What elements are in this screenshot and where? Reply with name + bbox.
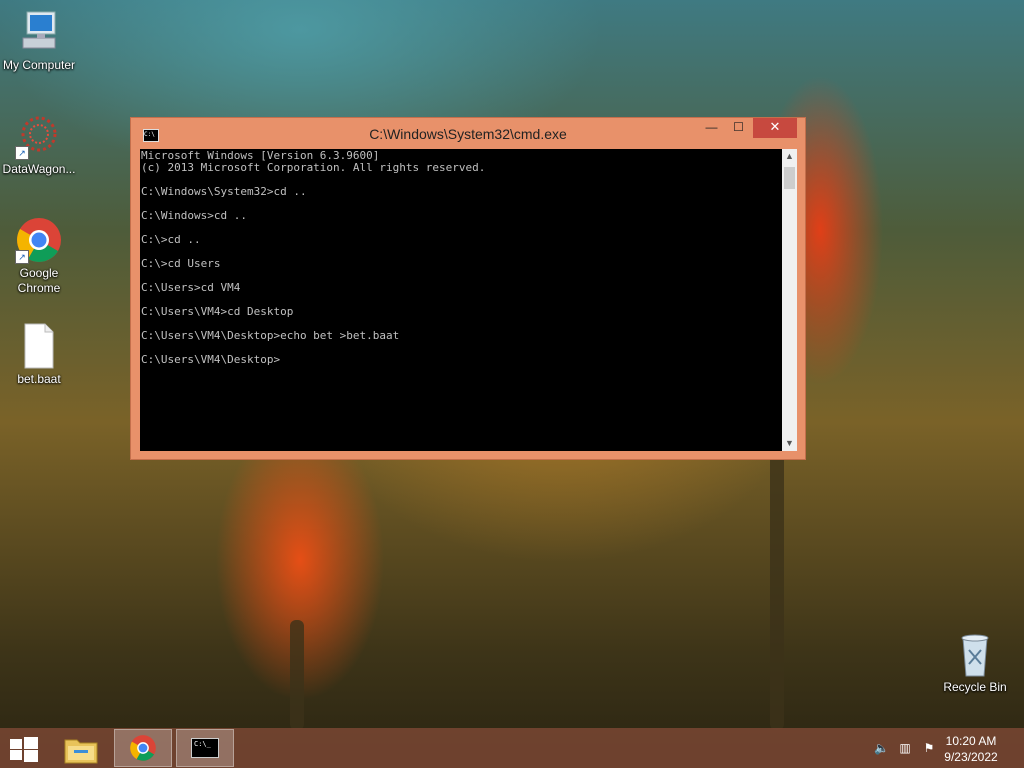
- desktop-icon-label: DataWagon...: [2, 162, 76, 176]
- console-output: Microsoft Windows [Version 6.3.9600] (c)…: [141, 149, 486, 366]
- close-button[interactable]: ✕: [753, 118, 797, 138]
- desktop-icon-datawagon[interactable]: ↗ DataWagon...: [0, 112, 78, 177]
- scroll-thumb[interactable]: [784, 167, 795, 189]
- desktop-icon-recycle-bin[interactable]: Recycle Bin: [936, 630, 1014, 695]
- desktop-icon-label: Google Chrome: [17, 266, 61, 295]
- vertical-scrollbar[interactable]: ▲ ▼: [782, 149, 797, 451]
- file-icon: [15, 322, 63, 370]
- taskbar: C:\_ 🔈 ▥ ⚑ 10:20 AM 9/23/2022: [0, 728, 1024, 768]
- clock[interactable]: 10:20 AM 9/23/2022: [936, 733, 1006, 765]
- title-bar[interactable]: C:\ C:\Windows\System32\cmd.exe — ☐ ✕: [131, 118, 805, 150]
- datawagon-icon: ↗: [15, 112, 63, 160]
- recycle-bin-icon: [951, 630, 999, 678]
- chrome-icon: [130, 735, 156, 761]
- console-area[interactable]: Microsoft Windows [Version 6.3.9600] (c)…: [140, 149, 782, 451]
- folder-icon: [64, 739, 98, 764]
- windows-logo-icon: [10, 739, 22, 749]
- desktop-icon-my-computer[interactable]: My Computer: [0, 8, 78, 73]
- desktop-icon-bet-baat[interactable]: bet.baat: [0, 322, 78, 387]
- desktop-icon-label: bet.baat: [17, 372, 61, 386]
- taskbar-file-explorer[interactable]: [52, 729, 110, 767]
- chrome-icon: ↗: [15, 216, 63, 264]
- desktop-icon-label: My Computer: [2, 58, 76, 72]
- action-center-icon[interactable]: ⚑: [922, 741, 936, 755]
- computer-icon: [15, 8, 63, 56]
- wallpaper-stem-right: [770, 440, 784, 730]
- shortcut-arrow-icon: ↗: [15, 250, 29, 264]
- network-icon[interactable]: ▥: [898, 741, 912, 755]
- desktop-icon-google-chrome[interactable]: ↗ Google Chrome: [0, 216, 78, 296]
- start-button[interactable]: [10, 737, 38, 762]
- minimize-button[interactable]: —: [698, 118, 725, 138]
- cmd-window: C:\ C:\Windows\System32\cmd.exe — ☐ ✕ Mi…: [130, 117, 806, 460]
- scroll-down-arrow-icon[interactable]: ▼: [782, 436, 797, 451]
- maximize-button[interactable]: ☐: [725, 118, 752, 138]
- cmd-icon: C:\_: [191, 738, 219, 758]
- taskbar-command-prompt[interactable]: C:\_: [176, 729, 234, 767]
- taskbar-google-chrome[interactable]: [114, 729, 172, 767]
- desktop-icon-label: Recycle Bin: [943, 680, 1007, 694]
- scroll-up-arrow-icon[interactable]: ▲: [782, 149, 797, 164]
- clock-time: 10:20 AM: [945, 734, 997, 748]
- volume-muted-icon[interactable]: 🔈: [874, 741, 889, 755]
- clock-date: 9/23/2022: [944, 750, 998, 764]
- shortcut-arrow-icon: ↗: [15, 146, 29, 160]
- wallpaper-stem-left: [290, 620, 304, 730]
